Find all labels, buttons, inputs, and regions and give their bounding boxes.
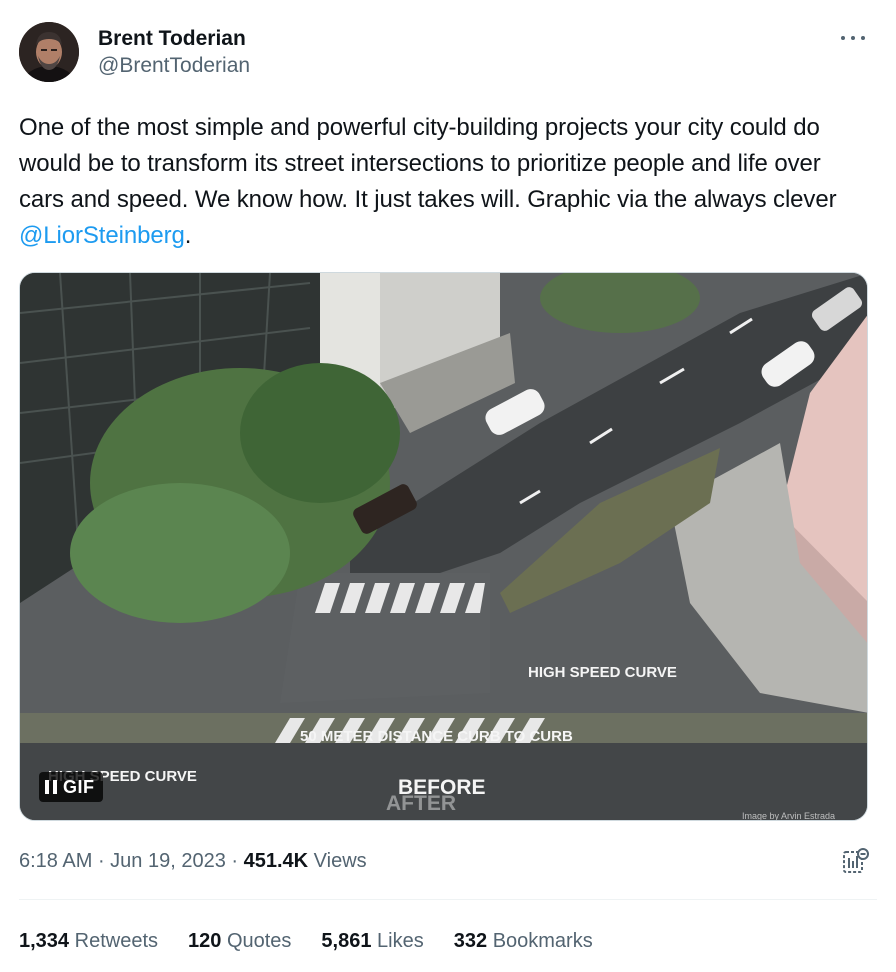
analytics-icon[interactable]: [841, 846, 871, 876]
retweets-count: 1,334: [19, 930, 70, 952]
tweet-meta: 6:18 AM · Jun 19, 2023 · 451.4K Views: [19, 848, 367, 874]
meta-separator: ·: [225, 850, 244, 872]
quotes-label: Quotes: [226, 930, 292, 952]
label-after: AFTER: [386, 792, 456, 815]
more-icon[interactable]: [841, 28, 865, 48]
pause-bar: [45, 780, 49, 794]
tweet-text-body: One of the most simple and powerful city…: [19, 114, 837, 213]
tweet-time[interactable]: 6:18 AM: [19, 850, 92, 872]
views-count: 451.4K: [243, 850, 309, 872]
street-intersection-image: HIGH SPEED CURVE 50 METER DISTANCE CURB …: [20, 273, 867, 821]
pause-bar: [53, 780, 57, 794]
more-dot: [841, 36, 845, 40]
mention-link[interactable]: @LiorSteinberg: [19, 222, 185, 249]
retweets-stat[interactable]: 1,334 Retweets: [19, 928, 158, 954]
more-dot: [851, 36, 855, 40]
gif-label: GIF: [63, 776, 95, 797]
quotes-count: 120: [188, 930, 222, 952]
gif-media[interactable]: HIGH SPEED CURVE 50 METER DISTANCE CURB …: [19, 272, 868, 821]
likes-count: 5,861: [321, 930, 372, 952]
tweet-date[interactable]: Jun 19, 2023: [110, 850, 226, 872]
handle[interactable]: @BrentToderian: [98, 52, 250, 80]
bookmarks-stat[interactable]: 332 Bookmarks: [454, 928, 593, 954]
display-name[interactable]: Brent Toderian: [98, 26, 250, 52]
label-high-speed-curve-right: HIGH SPEED CURVE: [528, 664, 677, 681]
bookmarks-label: Bookmarks: [492, 930, 593, 952]
meta-separator: ·: [92, 850, 111, 872]
retweets-label: Retweets: [74, 930, 158, 952]
tweet-text: One of the most simple and powerful city…: [19, 110, 859, 254]
avatar[interactable]: [19, 22, 79, 82]
likes-stat[interactable]: 5,861 Likes: [321, 928, 423, 954]
pause-icon[interactable]: [45, 780, 57, 794]
image-credit: Image by Arvin Estrada: [742, 811, 835, 821]
quotes-stat[interactable]: 120 Quotes: [188, 928, 291, 954]
bookmarks-count: 332: [453, 930, 488, 952]
gif-pause-badge[interactable]: GIF: [39, 772, 103, 802]
tweet-header: Brent Toderian @BrentToderian: [19, 22, 879, 86]
more-dot: [861, 36, 865, 40]
divider: [19, 899, 877, 900]
label-distance: 50 METER DISTANCE CURB TO CURB: [300, 728, 573, 745]
author-names: Brent Toderian @BrentToderian: [98, 26, 250, 80]
likes-label: Likes: [377, 930, 424, 952]
tweet-text-end: .: [184, 222, 192, 249]
engagement-stats: 1,334 Retweets 120 Quotes 5,861 Likes 33…: [19, 928, 593, 954]
views-label: Views: [313, 850, 367, 872]
